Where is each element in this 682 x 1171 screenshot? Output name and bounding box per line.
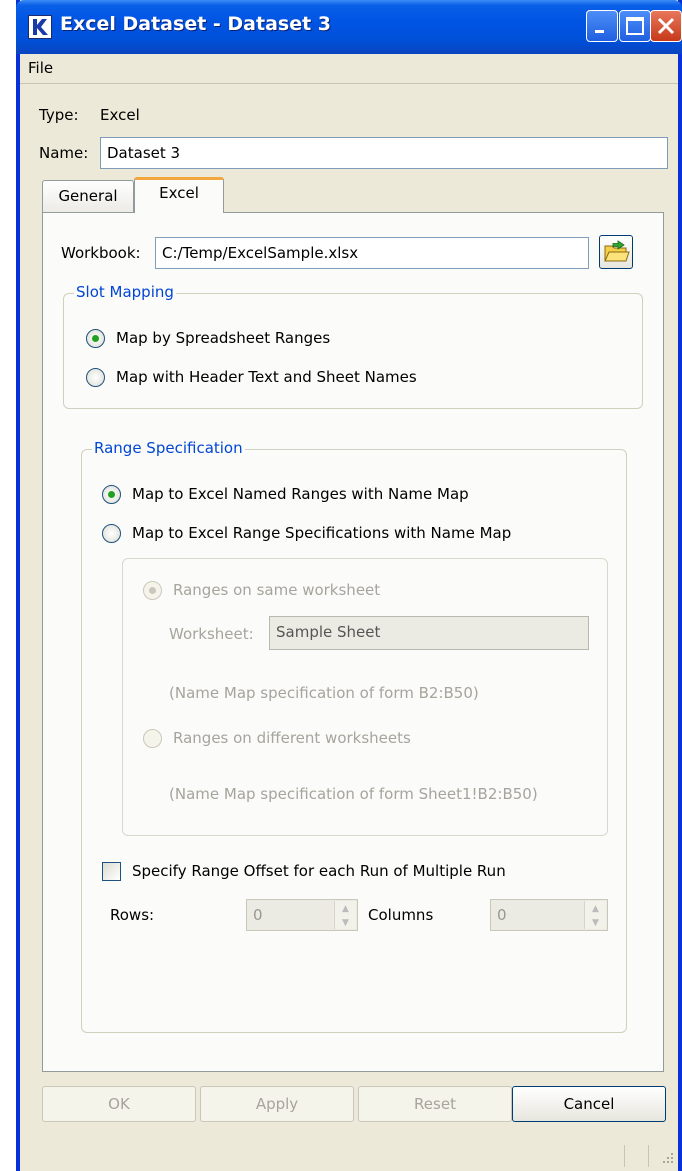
- columns-label: Columns: [368, 906, 434, 924]
- map-by-ranges-radio[interactable]: [86, 329, 105, 348]
- slot-mapping-title: Slot Mapping: [74, 283, 176, 301]
- dialog-window: Excel Dataset - Dataset 3 File Type: Exc…: [16, 0, 682, 1171]
- menu-file[interactable]: File: [28, 59, 53, 77]
- reset-button[interactable]: Reset: [358, 1086, 512, 1122]
- menu-bar: File: [20, 54, 678, 84]
- different-worksheets-hint: (Name Map specification of form Sheet1!B…: [169, 785, 538, 803]
- range-specs-label: Map to Excel Range Specifications with N…: [132, 524, 512, 542]
- range-offset-checkbox[interactable]: [102, 862, 121, 881]
- slot-mapping-group: Slot Mapping Map by Spreadsheet Ranges M…: [63, 283, 643, 409]
- type-value: Excel: [100, 106, 140, 124]
- resize-grip-icon[interactable]: [660, 1150, 674, 1168]
- cancel-button[interactable]: Cancel: [512, 1086, 666, 1122]
- open-folder-button[interactable]: [599, 235, 633, 269]
- map-by-ranges-label: Map by Spreadsheet Ranges: [116, 329, 331, 347]
- columns-spinner[interactable]: 0 ▲ ▼: [490, 899, 608, 931]
- columns-spinner-arrows[interactable]: ▲ ▼: [584, 901, 606, 929]
- status-divider-2: [648, 1145, 649, 1167]
- range-spec-title: Range Specification: [92, 439, 245, 457]
- different-worksheets-label: Ranges on different worksheets: [173, 729, 411, 747]
- apply-button[interactable]: Apply: [200, 1086, 354, 1122]
- minimize-button[interactable]: [586, 10, 618, 42]
- range-offset-label: Specify Range Offset for each Run of Mul…: [132, 862, 506, 880]
- name-input[interactable]: Dataset 3: [100, 137, 668, 169]
- tab-general[interactable]: General: [42, 180, 134, 212]
- different-worksheets-radio[interactable]: [143, 729, 162, 748]
- app-icon: [28, 15, 52, 39]
- same-worksheet-radio[interactable]: [143, 581, 162, 600]
- named-ranges-radio[interactable]: [102, 485, 121, 504]
- range-specs-radio[interactable]: [102, 524, 121, 543]
- title-bar[interactable]: Excel Dataset - Dataset 3: [16, 0, 682, 54]
- tab-general-label: General: [58, 187, 118, 205]
- workbook-label: Workbook:: [61, 244, 141, 262]
- same-worksheet-label: Ranges on same worksheet: [173, 581, 381, 599]
- status-divider: [624, 1145, 625, 1167]
- rows-label: Rows:: [110, 906, 155, 924]
- name-label: Name:: [39, 144, 89, 162]
- range-specs-subgroup: Ranges on same worksheet Worksheet: Samp…: [122, 558, 608, 836]
- worksheet-label: Worksheet:: [169, 625, 254, 643]
- tab-excel[interactable]: Excel: [134, 177, 224, 213]
- columns-value: 0: [497, 906, 507, 924]
- maximize-button[interactable]: [619, 10, 651, 42]
- rows-spinner[interactable]: 0 ▲ ▼: [246, 899, 358, 931]
- same-worksheet-hint: (Name Map specification of form B2:B50): [169, 684, 479, 702]
- rows-value: 0: [253, 906, 263, 924]
- named-ranges-label: Map to Excel Named Ranges with Name Map: [132, 485, 469, 503]
- range-specification-group: Range Specification Map to Excel Named R…: [81, 439, 627, 1033]
- type-label: Type:: [39, 106, 79, 124]
- map-header-text-label: Map with Header Text and Sheet Names: [116, 368, 417, 386]
- worksheet-input[interactable]: Sample Sheet: [269, 616, 589, 650]
- rows-spinner-arrows[interactable]: ▲ ▼: [334, 901, 356, 929]
- window-title: Excel Dataset - Dataset 3: [60, 13, 332, 35]
- open-folder-icon: [604, 240, 630, 262]
- excel-tab-panel: Workbook: C:/Temp/ExcelSample.xlsx Slot …: [42, 212, 664, 1072]
- ok-button[interactable]: OK: [42, 1086, 196, 1122]
- close-button[interactable]: [650, 10, 682, 42]
- tab-excel-label: Excel: [159, 184, 199, 202]
- workbook-path-input[interactable]: C:/Temp/ExcelSample.xlsx: [155, 237, 589, 269]
- map-header-text-radio[interactable]: [86, 368, 105, 387]
